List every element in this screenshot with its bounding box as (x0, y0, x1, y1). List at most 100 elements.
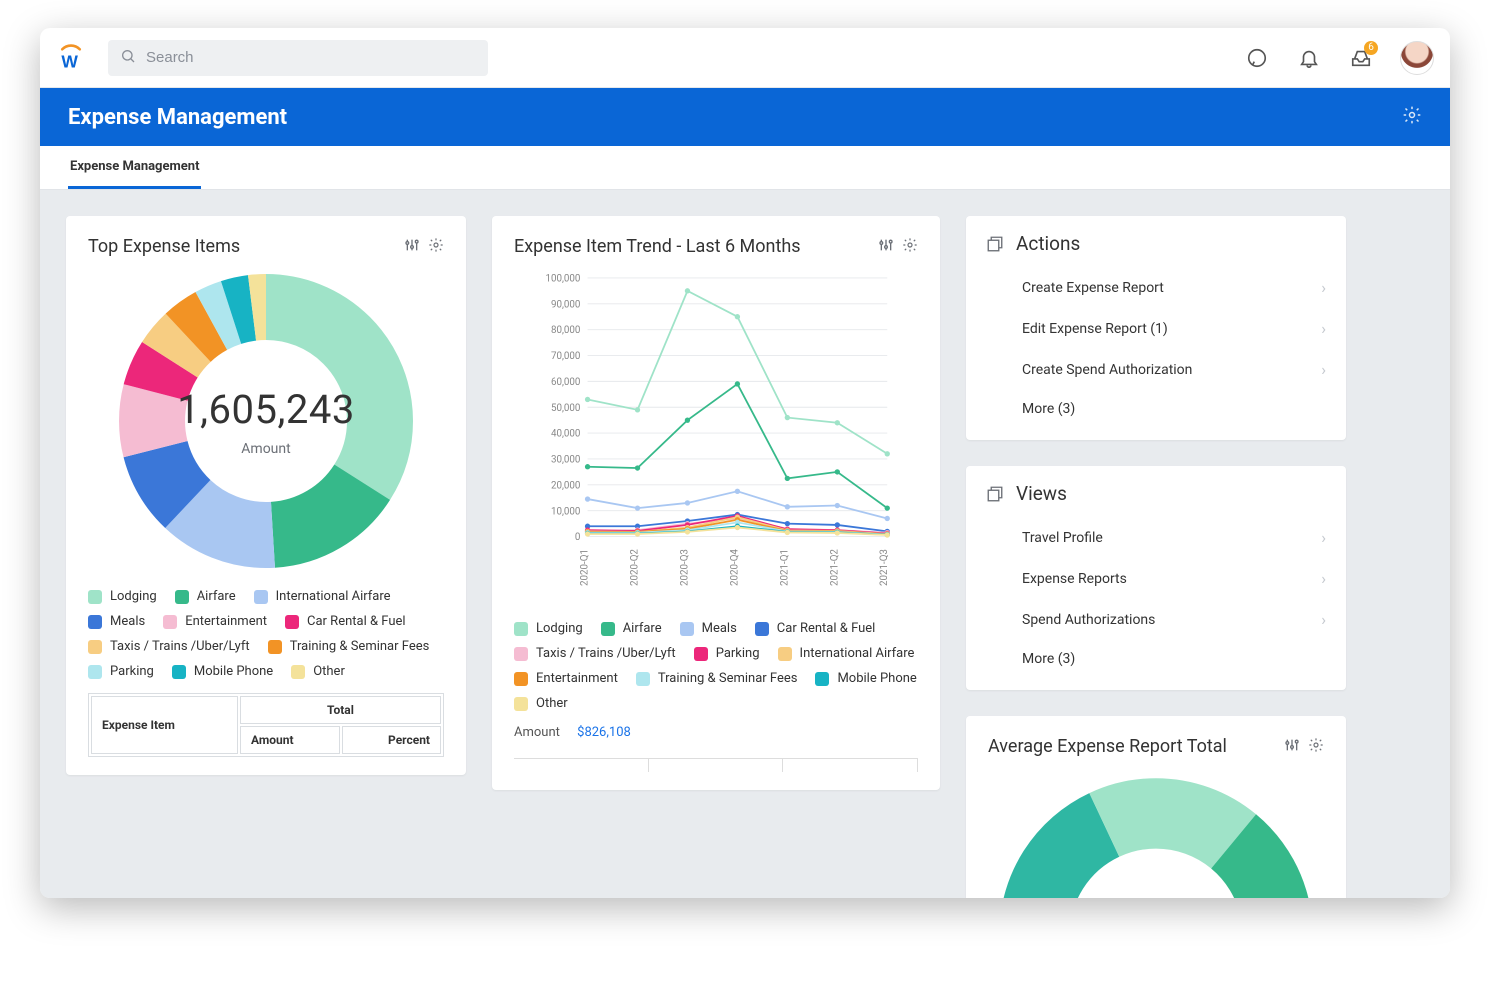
svg-text:W: W (61, 51, 78, 71)
legend-label: Car Rental & Fuel (777, 621, 876, 636)
legend-item[interactable]: Other (291, 664, 345, 679)
list-item[interactable]: Expense Reports› (966, 558, 1346, 599)
list-item[interactable]: More (3) (966, 640, 1346, 678)
table-strip (514, 758, 918, 772)
list-item[interactable]: Create Spend Authorization› (966, 349, 1346, 390)
legend-item[interactable]: Car Rental & Fuel (755, 621, 876, 636)
svg-text:2020-Q4: 2020-Q4 (729, 549, 740, 586)
svg-text:80,000: 80,000 (551, 325, 580, 336)
expense-table-header: Expense ItemTotal AmountPercent (88, 693, 444, 757)
page-header: Expense Management (40, 88, 1450, 146)
legend-item[interactable]: Training & Seminar Fees (268, 639, 430, 654)
legend-label: Training & Seminar Fees (290, 639, 430, 654)
workday-logo: W (56, 43, 86, 73)
legend-swatch (815, 672, 829, 686)
legend-swatch (88, 665, 102, 679)
topbar: W 6 (40, 28, 1450, 88)
list-item[interactable]: Create Expense Report› (966, 267, 1346, 308)
gear-icon[interactable] (1308, 737, 1324, 757)
list-item[interactable]: Edit Expense Report (1)› (966, 308, 1346, 349)
legend-label: Other (536, 696, 568, 711)
legend-item[interactable]: Airfare (601, 621, 662, 636)
search-box[interactable] (108, 40, 488, 76)
legend-item[interactable]: Entertainment (514, 671, 618, 686)
card-expense-trend: Expense Item Trend - Last 6 Months 010,0… (492, 216, 940, 790)
legend-swatch (755, 622, 769, 636)
list-item-label: More (3) (1022, 401, 1075, 417)
legend-item[interactable]: Training & Seminar Fees (636, 671, 798, 686)
legend-swatch (514, 622, 528, 636)
svg-text:0: 0 (575, 532, 581, 543)
line-chart[interactable]: 010,00020,00030,00040,00050,00060,00070,… (514, 269, 918, 599)
svg-text:30,000: 30,000 (551, 455, 580, 466)
amount-value[interactable]: $826,108 (577, 725, 631, 740)
legend-item[interactable]: Lodging (88, 589, 157, 604)
legend-item[interactable]: Meals (88, 614, 145, 629)
list-item-label: Travel Profile (1022, 530, 1103, 546)
donut-chart[interactable] (996, 775, 1316, 898)
list-item[interactable]: Travel Profile › (966, 517, 1346, 558)
legend-label: Meals (110, 614, 145, 629)
tab-expense-management[interactable]: Expense Management (68, 146, 201, 189)
legend-label: Entertainment (185, 614, 267, 629)
svg-text:2021-Q1: 2021-Q1 (779, 549, 790, 586)
legend-swatch (601, 622, 615, 636)
legend-item[interactable]: International Airfare (254, 589, 391, 604)
legend-swatch (172, 665, 186, 679)
col-total: Total (240, 696, 441, 724)
list-item[interactable]: More (3) (966, 390, 1346, 428)
legend-item[interactable]: Entertainment (163, 614, 267, 629)
inbox-icon[interactable]: 6 (1348, 45, 1374, 71)
svg-text:40,000: 40,000 (551, 429, 580, 440)
col-expense-item: Expense Item (91, 696, 238, 754)
legend-item[interactable]: Mobile Phone (172, 664, 273, 679)
legend-item[interactable]: Mobile Phone (815, 671, 916, 686)
chevron-right-icon: › (1321, 360, 1326, 379)
list-item[interactable]: Spend Authorizations› (966, 599, 1346, 640)
chat-icon[interactable] (1244, 45, 1270, 71)
stack-icon (986, 235, 1004, 253)
bell-icon[interactable] (1296, 45, 1322, 71)
legend-swatch (88, 640, 102, 654)
legend-label: Mobile Phone (837, 671, 916, 686)
svg-text:60,000: 60,000 (551, 377, 580, 388)
legend-item[interactable]: Meals (680, 621, 737, 636)
legend-item[interactable]: Car Rental & Fuel (285, 614, 406, 629)
topbar-icons: 6 (1244, 41, 1434, 75)
legend-item[interactable]: Parking (694, 646, 760, 661)
panel-title: Views (1016, 482, 1067, 505)
legend-item[interactable]: Parking (88, 664, 154, 679)
gear-icon[interactable] (1402, 105, 1422, 129)
legend-label: Other (313, 664, 345, 679)
legend-item[interactable]: Other (514, 696, 568, 711)
panel-title: Actions (1016, 232, 1080, 255)
list-item-label: Spend Authorizations (1022, 612, 1155, 628)
trend-amount-row: Amount $826,108 (514, 725, 918, 740)
sliders-icon[interactable] (878, 237, 894, 257)
search-input[interactable] (146, 49, 476, 66)
panel-actions: Actions Create Expense Report›Edit Expen… (966, 216, 1346, 440)
donut-chart[interactable]: 1,605,243 Amount (116, 271, 416, 571)
svg-text:2021-Q3: 2021-Q3 (879, 549, 890, 586)
svg-text:2020-Q1: 2020-Q1 (580, 549, 591, 586)
legend-item[interactable]: Taxis / Trains /Uber/Lyft (514, 646, 676, 661)
legend-label: Parking (110, 664, 154, 679)
legend-label: Parking (716, 646, 760, 661)
legend-item[interactable]: Lodging (514, 621, 583, 636)
legend-item[interactable]: Airfare (175, 589, 236, 604)
sliders-icon[interactable] (404, 237, 420, 257)
amount-label: Amount (514, 725, 560, 740)
chevron-right-icon: › (1321, 528, 1326, 547)
legend-swatch (163, 615, 177, 629)
legend-item[interactable]: Taxis / Trains /Uber/Lyft (88, 639, 250, 654)
gear-icon[interactable] (428, 237, 444, 257)
legend-swatch (291, 665, 305, 679)
legend-label: Airfare (623, 621, 662, 636)
stack-icon (986, 485, 1004, 503)
legend: Lodging Airfare Meals Car Rental & Fuel Taxi… (514, 621, 918, 711)
sliders-icon[interactable] (1284, 737, 1300, 757)
avatar[interactable] (1400, 41, 1434, 75)
legend-swatch (175, 590, 189, 604)
legend-item[interactable]: International Airfare (778, 646, 915, 661)
gear-icon[interactable] (902, 237, 918, 257)
